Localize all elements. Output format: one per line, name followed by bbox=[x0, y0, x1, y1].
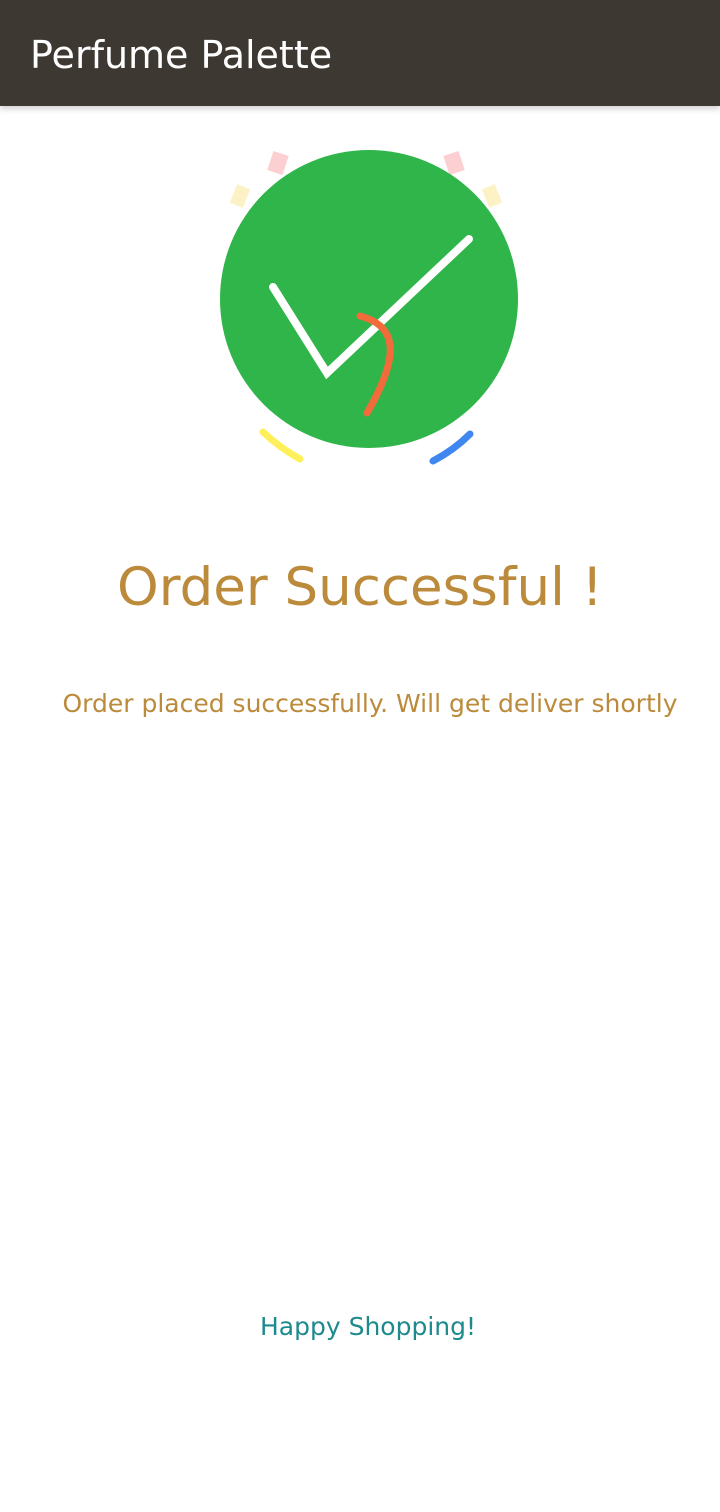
confetti-arc-right bbox=[429, 430, 474, 465]
app-bar: Perfume Palette bbox=[0, 0, 720, 106]
confetti-piece bbox=[481, 184, 503, 208]
order-success-heading: Order Successful ! bbox=[117, 557, 603, 618]
confetti-arc-left bbox=[259, 428, 304, 463]
app-title: Perfume Palette bbox=[30, 33, 333, 77]
happy-shopping-text: Happy Shopping! bbox=[259, 1312, 477, 1341]
confetti-piece bbox=[443, 151, 465, 175]
success-graphic bbox=[200, 130, 540, 480]
check-circle-icon bbox=[220, 150, 518, 465]
confetti-piece bbox=[229, 184, 251, 208]
order-success-message: Order placed successfully. Will get deli… bbox=[62, 689, 678, 718]
confetti-piece bbox=[267, 151, 289, 175]
